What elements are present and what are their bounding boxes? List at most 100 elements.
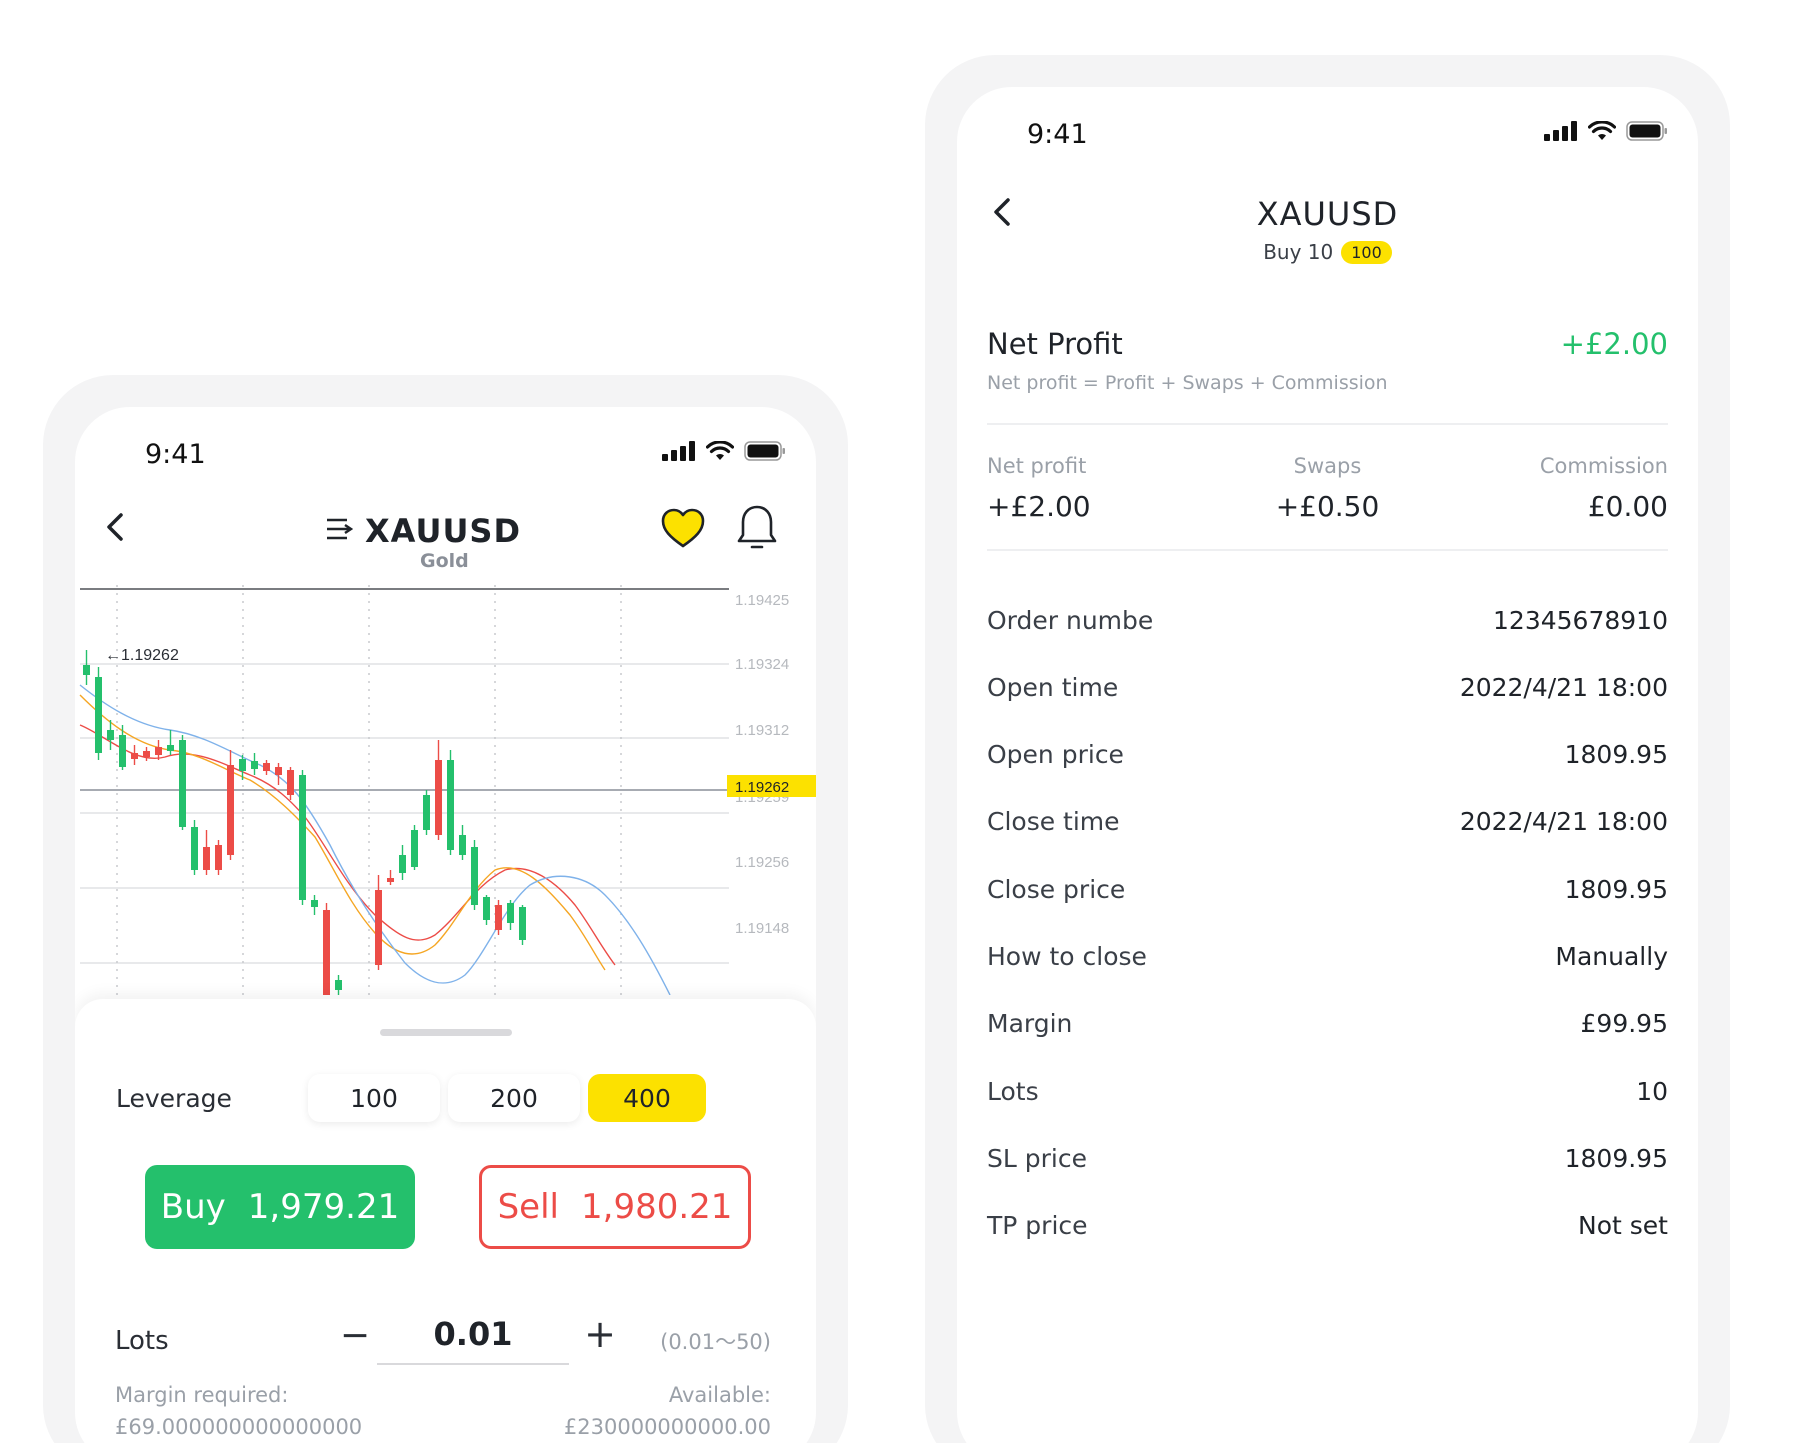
candle-body <box>471 847 478 905</box>
lots-decrement-button[interactable]: − <box>335 1315 375 1356</box>
candle-body <box>251 761 258 769</box>
candle-body <box>167 745 174 751</box>
candle-body <box>507 903 514 923</box>
summary-commission-value: £0.00 <box>1587 490 1668 523</box>
detail-value: 2022/4/21 18:00 <box>1459 807 1668 837</box>
status-time: 9:41 <box>145 439 206 470</box>
sell-button[interactable]: Sell 1,980.21 <box>479 1165 751 1249</box>
leverage-badge: 100 <box>1341 240 1392 264</box>
status-time: 9:41 <box>1027 119 1088 150</box>
right-phone-screen: 9:41 XAUUSD Buy 10 100 Net Profit +£2.00… <box>957 87 1698 1443</box>
candle-body <box>83 665 90 675</box>
detail-value: Not set <box>1578 1211 1668 1241</box>
candle-body <box>131 753 138 759</box>
candle-body <box>387 878 394 882</box>
detail-label: Close price <box>987 874 1126 904</box>
signal-icon <box>1544 121 1578 141</box>
candle-body <box>287 770 294 795</box>
leverage-option-100[interactable]: 100 <box>308 1074 440 1122</box>
available-value: £230000000000.00 <box>563 1415 771 1439</box>
symbol-selector[interactable]: XAUUSD <box>325 512 521 550</box>
symbol-title: XAUUSD <box>365 512 522 550</box>
lots-input[interactable]: 0.01 <box>377 1309 569 1365</box>
detail-row: TP price Not set <box>987 1206 1668 1246</box>
candle-body <box>299 775 306 900</box>
symbol-subtitle: Gold <box>420 550 469 572</box>
status-bar: 9:41 <box>75 407 816 497</box>
net-profit-formula: Net profit = Profit + Swaps + Commission <box>987 372 1388 394</box>
lots-increment-button[interactable]: + <box>580 1312 620 1356</box>
detail-label: Open time <box>987 672 1119 702</box>
wifi-icon <box>1588 121 1616 141</box>
summary-commission-label: Commission <box>1539 454 1668 478</box>
sell-price: 1,980.21 <box>581 1187 733 1227</box>
buy-price: 1,979.21 <box>247 1187 400 1227</box>
candle-body <box>447 760 454 850</box>
detail-row: SL price 1809.95 <box>987 1138 1668 1178</box>
buy-label: Buy <box>160 1187 226 1227</box>
detail-value: Manually <box>1555 942 1668 971</box>
detail-label: Order numbe <box>987 605 1154 635</box>
y-tick-label: 1.19425 <box>735 592 789 609</box>
candle-body <box>239 759 246 771</box>
detail-label: Open price <box>987 740 1124 770</box>
buy-button[interactable]: Buy 1,979.21 <box>145 1165 415 1249</box>
battery-icon <box>1626 121 1668 141</box>
detail-row: Open time 2022/4/21 18:00 <box>987 667 1668 707</box>
candle-body <box>95 677 102 753</box>
detail-row: Close price 1809.95 <box>987 869 1668 909</box>
position-subtitle: Buy 10 100 <box>957 240 1698 264</box>
favorite-button[interactable] <box>660 507 706 553</box>
detail-label: Close time <box>987 807 1120 837</box>
left-phone-screen: 9:41 XAUUSD Gold ←1.19262 1.19425 1.1932… <box>75 407 816 1443</box>
candle-body <box>227 765 234 855</box>
wifi-icon <box>706 441 734 461</box>
detail-row: Close time 2022/4/21 18:00 <box>987 802 1668 842</box>
candle-body <box>215 845 222 870</box>
position-direction-lots: Buy 10 <box>1263 240 1334 264</box>
detail-value: 12345678910 <box>1493 605 1668 635</box>
candlestick-chart[interactable]: ←1.19262 1.19425 1.19324 1.19312 1.19259… <box>75 585 816 995</box>
y-tick-label: 1.19148 <box>735 920 789 937</box>
detail-value: 1809.95 <box>1564 874 1668 904</box>
candle-body <box>423 795 430 830</box>
sell-label: Sell <box>497 1187 559 1227</box>
candle-body <box>143 751 150 757</box>
position-symbol-title: XAUUSD <box>1256 195 1399 233</box>
divider <box>987 423 1668 425</box>
detail-label: TP price <box>987 1211 1088 1241</box>
signal-icon <box>662 441 696 461</box>
candle-body <box>435 760 442 835</box>
status-bar: 9:41 <box>957 87 1698 177</box>
y-tick-label: 1.19256 <box>735 854 789 871</box>
candle-body <box>495 905 502 930</box>
candle-body <box>191 827 198 870</box>
margin-required-value: £69.000000000000000 <box>115 1415 363 1439</box>
candle-body <box>459 835 466 855</box>
alert-button[interactable] <box>735 503 779 555</box>
high-price-marker: ←1.19262 <box>105 647 179 664</box>
candle-body <box>119 735 126 767</box>
lots-range: (0.01～50) <box>660 1330 771 1354</box>
candle-body <box>323 910 330 995</box>
leverage-label: Leverage <box>116 1084 232 1113</box>
candle-body <box>483 897 490 920</box>
order-sheet: Leverage 100 200 400 Buy 1,979.21 Sell 1… <box>75 999 816 1443</box>
leverage-option-400[interactable]: 400 <box>588 1074 706 1122</box>
bell-icon <box>735 505 779 555</box>
heart-icon <box>660 508 706 553</box>
list-menu-icon <box>325 517 354 545</box>
back-button[interactable] <box>95 507 135 547</box>
detail-row: Order numbe 12345678910 <box>987 600 1668 640</box>
detail-label: Margin <box>987 1009 1073 1039</box>
leverage-option-200[interactable]: 200 <box>448 1074 580 1122</box>
sheet-handle[interactable] <box>380 1029 512 1036</box>
candle-body <box>311 900 318 907</box>
candle-body <box>519 907 526 940</box>
detail-row: Lots 10 <box>987 1071 1668 1111</box>
chevron-left-icon <box>95 507 135 547</box>
current-price-label: 1.19262 <box>735 779 789 796</box>
candle-body <box>263 763 270 771</box>
detail-label: SL price <box>987 1143 1087 1173</box>
candle-body <box>155 747 162 755</box>
